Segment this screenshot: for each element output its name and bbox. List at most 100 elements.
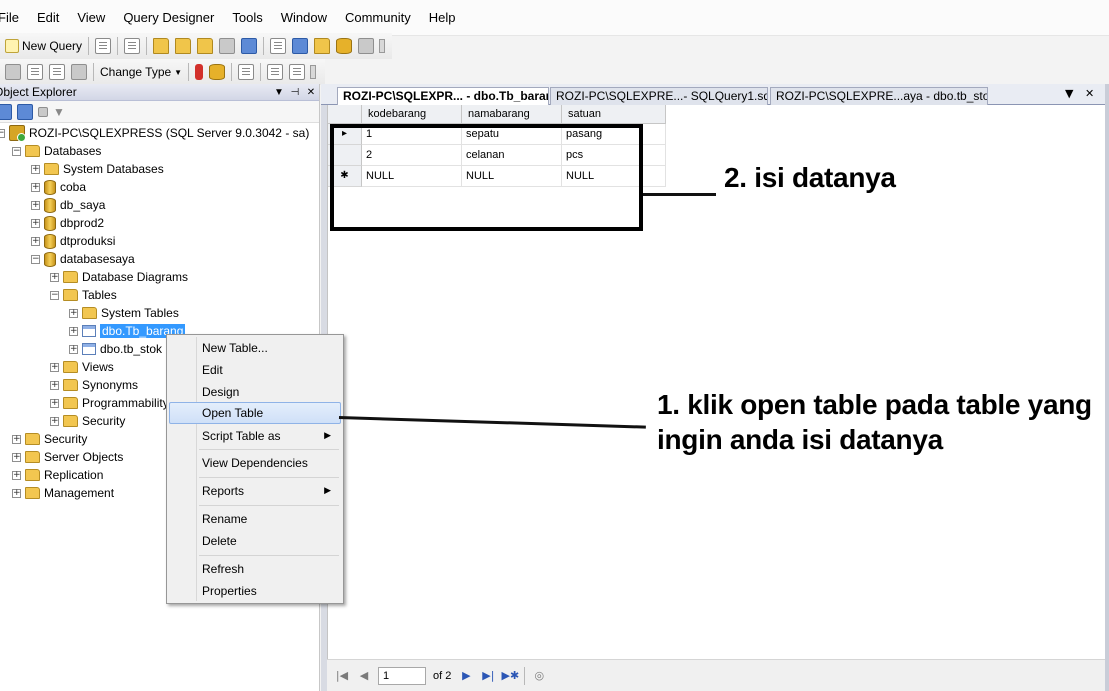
tree-node-db-security[interactable]: + Security [50, 412, 125, 430]
expand-icon[interactable]: + [12, 452, 21, 462]
tree-node-database-diagrams[interactable]: + Database Diagrams [50, 268, 188, 286]
tree-node-management[interactable]: + Management [12, 484, 114, 502]
expand-icon[interactable]: + [50, 362, 59, 372]
expand-icon[interactable]: + [69, 344, 78, 354]
open-project-button[interactable] [172, 35, 194, 57]
expand-icon[interactable]: + [69, 326, 78, 336]
menu-item-edit[interactable]: Edit [169, 359, 341, 381]
tree-node-databases[interactable]: − Databases [12, 142, 101, 160]
menu-window[interactable]: Window [272, 0, 336, 36]
change-type-button[interactable]: Change Type ▼ [97, 61, 185, 83]
expand-icon[interactable]: + [31, 164, 40, 174]
new-file-button[interactable] [92, 35, 114, 57]
tree-node-server[interactable]: − ROZI-PC\SQLEXPRESS (SQL Server 9.0.304… [0, 124, 309, 142]
menu-item-script-table-as[interactable]: Script Table as ▶ [169, 425, 341, 447]
tree-node-system-databases[interactable]: + System Databases [31, 160, 164, 178]
tree-node-db-db-saya[interactable]: + db_saya [31, 196, 105, 214]
menu-community[interactable]: Community [336, 0, 420, 36]
verify-sql-button[interactable] [206, 61, 228, 83]
open-file-button[interactable] [150, 35, 172, 57]
menu-item-delete[interactable]: Delete [169, 530, 341, 552]
template-explorer-button[interactable] [311, 35, 333, 57]
stop-icon[interactable] [38, 106, 48, 117]
menu-item-reports[interactable]: Reports ▶ [169, 480, 341, 502]
expand-icon[interactable]: + [12, 488, 21, 498]
registered-servers-button[interactable] [267, 35, 289, 57]
tree-node-views[interactable]: + Views [50, 358, 114, 376]
expand-icon[interactable]: + [50, 272, 59, 282]
expand-icon[interactable]: + [50, 380, 59, 390]
menu-tools[interactable]: Tools [223, 0, 271, 36]
tree-node-table-tb-stok[interactable]: + dbo.tb_stok [69, 340, 162, 358]
dropdown-arrow-icon[interactable]: ▼ [271, 87, 287, 98]
solution-explorer-button[interactable] [333, 35, 355, 57]
tree-node-programmability[interactable]: + Programmability [50, 394, 169, 412]
menu-view[interactable]: View [68, 0, 114, 36]
menu-help[interactable]: Help [420, 0, 465, 36]
tree-node-tables[interactable]: − Tables [50, 286, 117, 304]
expand-icon[interactable]: + [12, 434, 21, 444]
new-row-icon[interactable]: ▶✱ [499, 669, 521, 682]
menu-query-designer[interactable]: Query Designer [114, 0, 223, 36]
menu-item-rename[interactable]: Rename [169, 508, 341, 530]
menu-item-view-dependencies[interactable]: View Dependencies [169, 452, 341, 474]
tree-node-system-tables[interactable]: + System Tables [69, 304, 179, 322]
toolbar-overflow-icon[interactable] [310, 65, 317, 79]
save-button[interactable] [216, 35, 238, 57]
tree-node-server-security[interactable]: + Security [12, 430, 87, 448]
expand-icon[interactable]: + [31, 182, 40, 192]
tree-node-db-coba[interactable]: + coba [31, 178, 86, 196]
tab-sqlquery1[interactable]: ROZI-PC\SQLEXPRE...- SQLQuery1.sql* [550, 87, 768, 105]
column-header-satuan[interactable]: satuan [562, 105, 666, 124]
save-all-button[interactable] [238, 35, 260, 57]
column-header-kodebarang[interactable]: kodebarang [362, 105, 462, 124]
tab-tb-barang[interactable]: ROZI-PC\SQLEXPR... - dbo.Tb_barang [337, 87, 549, 106]
toolbar-overflow-icon[interactable] [379, 39, 386, 53]
disconnect-icon[interactable] [17, 103, 33, 120]
execute-sql-button[interactable] [192, 61, 206, 83]
add-table-button[interactable] [264, 61, 286, 83]
collapse-icon[interactable]: − [12, 146, 21, 156]
tree-node-replication[interactable]: + Replication [12, 466, 103, 484]
menu-file[interactable]: File [0, 0, 28, 36]
connect-icon[interactable] [0, 103, 12, 120]
menu-item-open-table[interactable]: Open Table [169, 402, 341, 424]
tree-node-synonyms[interactable]: + Synonyms [50, 376, 138, 394]
filter-icon[interactable]: ▼ [53, 105, 65, 119]
expand-icon[interactable]: + [12, 470, 21, 480]
next-page-icon[interactable]: ▶ [455, 669, 477, 682]
tree-node-db-dbprod2[interactable]: + dbprod2 [31, 214, 104, 232]
expand-icon[interactable]: + [50, 416, 59, 426]
tree-node-db-dtproduksi[interactable]: + dtproduksi [31, 232, 115, 250]
add-derived-table-button[interactable] [286, 61, 308, 83]
show-sql-button[interactable] [46, 61, 68, 83]
collapse-icon[interactable]: − [0, 128, 5, 138]
menu-item-new-table[interactable]: New Table... [169, 337, 341, 359]
menu-edit[interactable]: Edit [28, 0, 68, 36]
expand-icon[interactable]: + [31, 218, 40, 228]
prev-page-icon[interactable]: ◀ [353, 669, 375, 682]
stop-icon[interactable]: ◎ [528, 669, 550, 682]
expand-icon[interactable]: + [69, 308, 78, 318]
new-project-button[interactable] [121, 35, 143, 57]
menu-item-properties[interactable]: Properties [169, 580, 341, 602]
tab-tb-stok[interactable]: ROZI-PC\SQLEXPRE...aya - dbo.tb_stok [770, 87, 988, 105]
close-icon[interactable]: ✕ [303, 87, 319, 98]
tree-node-db-databasesaya[interactable]: − databasesaya [31, 250, 135, 268]
expand-icon[interactable]: + [31, 200, 40, 210]
group-by-button[interactable] [235, 61, 257, 83]
close-project-button[interactable] [194, 35, 216, 57]
properties-button[interactable] [355, 35, 377, 57]
object-explorer-button[interactable] [289, 35, 311, 57]
new-query-button[interactable]: New Query [2, 35, 85, 57]
expand-icon[interactable]: + [50, 398, 59, 408]
collapse-icon[interactable]: − [31, 254, 40, 264]
menu-item-design[interactable]: Design [169, 381, 341, 403]
tree-node-server-objects[interactable]: + Server Objects [12, 448, 123, 466]
show-results-button[interactable] [68, 61, 90, 83]
first-page-icon[interactable]: |◀ [331, 669, 353, 682]
expand-icon[interactable]: + [31, 236, 40, 246]
close-document-icon[interactable]: ✕ [1085, 87, 1094, 100]
show-diagram-button[interactable] [2, 61, 24, 83]
page-number-input[interactable]: 1 [378, 666, 426, 685]
